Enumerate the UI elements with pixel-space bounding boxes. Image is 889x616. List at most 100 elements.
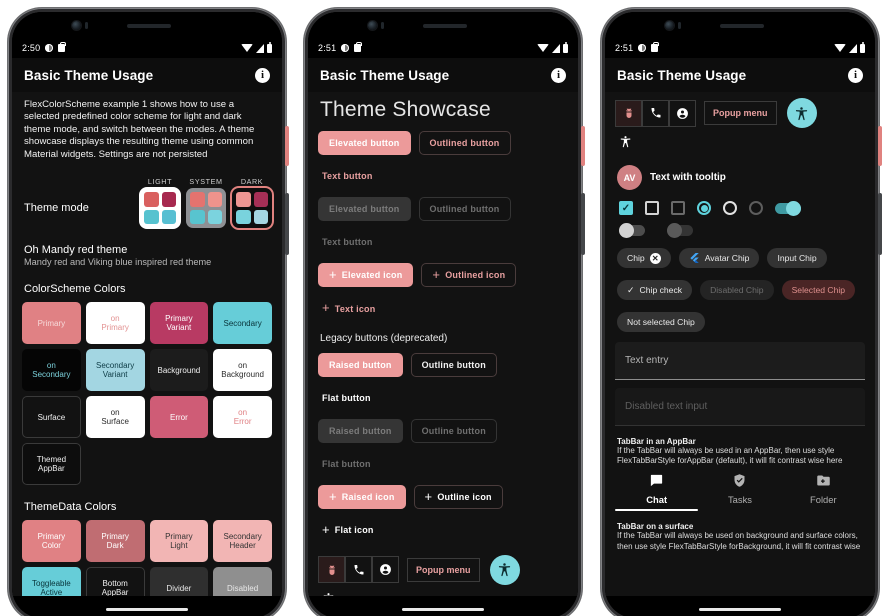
plus-icon: + (329, 267, 337, 282)
colorscheme-grid: Primary on Primary Primary Variant Secondary o… (22, 302, 272, 486)
flat-button-disabled: Flat button (322, 458, 371, 469)
accessibility-fab[interactable] (489, 554, 520, 585)
home-indicator-1[interactable] (106, 608, 188, 611)
tooltip-label[interactable]: Text with tooltip (650, 172, 726, 183)
phone-icon[interactable] (345, 556, 372, 583)
tabbar-appbar-desc: If the TabBar will always be used in an … (617, 446, 843, 466)
flat-icon-label: Flat icon (334, 525, 374, 536)
chip-input-chip[interactable]: Input Chip (767, 248, 827, 268)
intro-text: FlexColorScheme example 1 shows how to u… (24, 99, 255, 160)
accessibility-icon-standalone[interactable] (615, 135, 865, 153)
text-entry-field[interactable]: Text entry (615, 342, 865, 380)
popup-menu-button[interactable]: Popup menu (704, 101, 777, 125)
power-button-2[interactable] (581, 126, 585, 166)
switch-on[interactable] (775, 200, 801, 216)
legacy-buttons-label: Legacy buttons (deprecated) (320, 332, 448, 344)
theme-mode-option-light[interactable]: LIGHT (140, 177, 180, 229)
home-indicator-3[interactable] (699, 608, 781, 611)
elevated-button[interactable]: Elevated button (318, 131, 411, 155)
power-button-3[interactable] (878, 126, 882, 166)
outlined-icon-label: Outlined icon (445, 270, 506, 281)
checkbox-unchecked[interactable] (645, 201, 659, 215)
theme-mode-option-dark[interactable]: DARK (232, 177, 272, 229)
color-swatch-label: Primary Dark (101, 532, 129, 551)
tasks-icon (698, 473, 781, 491)
phone1-content: FlexColorScheme example 1 shows how to u… (12, 92, 282, 616)
bottom-app-bar-3: Popup menu (615, 98, 865, 128)
chip-avatar-chip[interactable]: Avatar Chip (678, 248, 760, 268)
volume-button-3[interactable] (878, 193, 882, 255)
raised-icon-button[interactable]: + Raised icon (318, 484, 406, 510)
tab-chat[interactable]: Chat (615, 473, 699, 512)
phone-notch-3 (605, 12, 875, 38)
theme-mode-option-system[interactable]: SYSTEM (186, 177, 226, 229)
chip-chip-check[interactable]: ✓ Chip check (617, 280, 693, 300)
phone-notch-2 (308, 12, 578, 38)
info-icon[interactable]: i (848, 67, 863, 83)
flat-button-row: Flat button (318, 386, 568, 410)
outline-button[interactable]: Outline button (411, 353, 497, 377)
nav-scrim-3 (605, 596, 875, 616)
app-bar-1: Basic Theme Usage i (12, 58, 282, 92)
theme-name: Oh Mandy red theme (24, 244, 128, 257)
chip-selected-chip[interactable]: Selected Chip (781, 280, 856, 300)
text-button[interactable]: Text button (318, 164, 377, 188)
icon-button-row: + Elevated icon + Outlined icon (318, 263, 568, 288)
elevated-icon-button[interactable]: + Elevated icon (318, 263, 414, 288)
home-indicator-2[interactable] (402, 608, 484, 611)
theme-mode-swatch-box[interactable] (140, 188, 180, 229)
radio-disabled (749, 201, 763, 215)
chip-not-selected-chip[interactable]: Not selected Chip (617, 312, 705, 332)
text-button-row: Text button (318, 164, 568, 188)
checkbox-checked[interactable]: ✓ (619, 201, 633, 215)
screenshot-root: 2:50 Basic Theme Usage i FlexColorScheme… (0, 0, 889, 616)
power-button-1[interactable] (285, 126, 289, 166)
chip-label: Selected Chip (791, 285, 846, 295)
account-circle-icon[interactable] (669, 100, 696, 127)
bag-icon (651, 42, 659, 52)
volume-button-2[interactable] (581, 193, 585, 255)
battery-icon (267, 41, 272, 53)
tab-folder[interactable]: Folder (782, 473, 865, 511)
chip-chip[interactable]: Chip ✕ (617, 248, 671, 268)
phone-icon[interactable] (642, 100, 669, 127)
info-icon[interactable]: i (551, 67, 566, 83)
color-swatch-label: Error (169, 412, 188, 422)
outlined-button[interactable]: Outlined button (419, 131, 511, 155)
account-circle-icon[interactable] (372, 556, 399, 583)
outlined-icon-button[interactable]: + Outlined icon (421, 263, 516, 287)
flat-icon-button[interactable]: + Flat icon (318, 518, 378, 542)
popup-menu-button[interactable]: Popup menu (407, 558, 480, 582)
switches-row (615, 223, 865, 238)
tab-indicator (615, 509, 699, 512)
info-icon[interactable]: i (255, 67, 270, 83)
flat-button[interactable]: Flat button (318, 386, 375, 410)
color-swatch-label: Primary Color (37, 532, 66, 551)
theme-mode-swatch-box[interactable] (186, 188, 226, 229)
android-bug-icon[interactable] (615, 99, 642, 127)
theme-swatch (236, 209, 251, 225)
volume-button-1[interactable] (285, 193, 289, 255)
android-bug-icon[interactable] (318, 556, 345, 584)
earpiece-speaker (720, 24, 764, 28)
radio-unselected[interactable] (723, 201, 737, 215)
tab-tasks[interactable]: Tasks (698, 473, 781, 511)
chip-label: Not selected Chip (627, 317, 695, 327)
plus-icon: + (322, 522, 330, 538)
outline-icon-button[interactable]: + Outline icon (414, 485, 503, 509)
sensor-icon (381, 22, 384, 29)
text-icon-button[interactable]: + Text icon (318, 296, 379, 320)
switch-off[interactable] (619, 223, 645, 238)
color-swatch-card: Primary Dark (85, 520, 145, 563)
accessibility-fab[interactable] (786, 98, 817, 128)
theme-swatch (144, 192, 159, 207)
theme-mode-selector[interactable]: LIGHT SYSTEM DARK (140, 177, 272, 229)
raised-button[interactable]: Raised button (318, 352, 403, 377)
chip-row-3: Not selected Chip (615, 312, 865, 332)
color-swatch-label: Themed AppBar (36, 455, 67, 474)
status-bar-3: 2:51 (605, 38, 875, 58)
color-swatch-card: Secondary Variant (85, 349, 145, 392)
close-icon[interactable]: ✕ (649, 252, 661, 264)
theme-mode-swatch-box[interactable] (232, 188, 272, 229)
radio-selected[interactable] (697, 201, 711, 215)
